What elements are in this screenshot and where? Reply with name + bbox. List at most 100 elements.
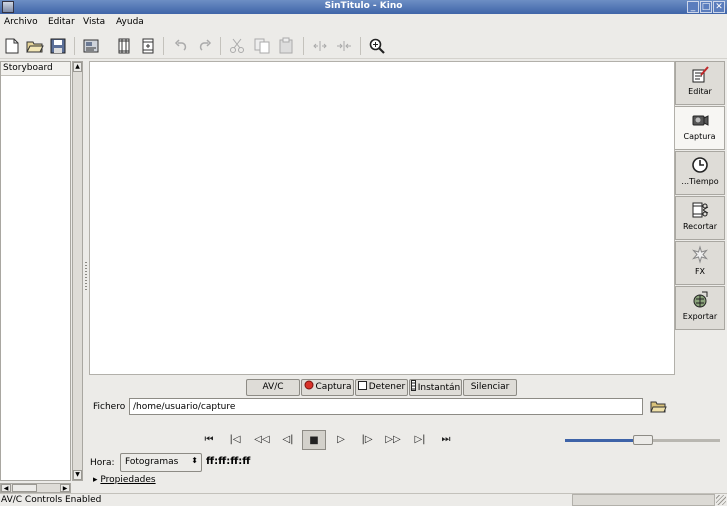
cut-icon[interactable] (228, 37, 246, 55)
snapshot-label: Instantán (417, 383, 461, 393)
file-path-input[interactable] (129, 398, 643, 415)
zoom-icon[interactable] (368, 37, 386, 55)
toolbar (0, 33, 727, 59)
browse-folder-icon[interactable] (648, 398, 668, 415)
next-scene-icon[interactable]: ▷| (408, 430, 432, 450)
toolbar-separator (220, 37, 221, 55)
capture-label: Captura (315, 382, 352, 392)
edit-icon (692, 66, 709, 83)
previous-scene-icon[interactable]: |◁ (223, 430, 247, 450)
close-button[interactable]: ✕ (713, 1, 725, 13)
expander-arrow-icon: ▸ (93, 475, 98, 485)
save-icon[interactable] (49, 37, 67, 55)
tab-label: Exportar (682, 312, 718, 321)
rewind-icon[interactable]: ◁◁ (250, 430, 274, 450)
clock-icon (692, 157, 708, 173)
avc-button[interactable]: AV/C (246, 379, 300, 396)
open-folder-icon[interactable] (26, 37, 44, 55)
maximize-button[interactable]: □ (700, 1, 712, 13)
fast-forward-icon[interactable]: ▷▷ (381, 430, 405, 450)
export-icon (693, 291, 708, 308)
split-icon[interactable] (311, 37, 329, 55)
snapshot-icon (410, 380, 416, 395)
storyboard-vertical-scrollbar[interactable]: ▲ ▼ (72, 61, 83, 481)
storyboard-panel[interactable]: Storyboard (0, 61, 71, 481)
previous-frame-icon[interactable]: ◁| (276, 430, 300, 450)
stop-button[interactable]: Detener (355, 379, 408, 396)
tab-recortar[interactable]: Recortar (675, 196, 725, 240)
menu-archivo[interactable]: Archivo (4, 17, 38, 27)
window-title: SinTitulo - Kino (324, 1, 403, 11)
menu-vista[interactable]: Vista (83, 17, 105, 27)
resize-grip-icon[interactable] (716, 495, 726, 505)
play-icon[interactable]: ▷ (329, 430, 353, 450)
tab-label: FX (694, 267, 706, 276)
tab-tiempo[interactable]: ...Tiempo (675, 151, 725, 195)
stop-playback-icon[interactable]: ■ (302, 430, 326, 450)
tab-exportar[interactable]: Exportar (675, 286, 725, 330)
avc-label: AV/C (262, 382, 284, 392)
tab-label: Recortar (682, 222, 718, 231)
video-display-area (89, 61, 675, 375)
fx-icon (691, 245, 709, 264)
film-insert-icon[interactable] (139, 37, 157, 55)
position-slider[interactable] (565, 435, 720, 445)
stop-label: Detener (368, 382, 406, 392)
join-icon[interactable] (335, 37, 353, 55)
time-label: Hora: (90, 458, 115, 468)
storyboard-horizontal-scrollbar[interactable]: ◀ ▶ (0, 483, 71, 493)
time-format-select[interactable]: Fotogramas ⬍ (120, 453, 202, 472)
undo-icon[interactable] (172, 37, 190, 55)
record-icon (304, 380, 314, 395)
mode-tabs: Editar Captura ...Tiempo Recortar FX Exp… (675, 61, 725, 336)
slider-fill (565, 439, 643, 442)
new-file-icon[interactable] (3, 37, 21, 55)
updown-arrow-icon: ⬍ (191, 456, 198, 465)
time-format-value: Fotogramas (125, 457, 179, 467)
tab-editar[interactable]: Editar (675, 61, 725, 105)
tab-label: Editar (688, 87, 712, 96)
toolbar-separator (303, 37, 304, 55)
go-to-end-icon[interactable]: ⏭ (434, 430, 458, 450)
tab-captura[interactable]: Captura (675, 106, 725, 150)
title-bar: SinTitulo - Kino _ □ ✕ (0, 0, 727, 14)
paste-icon[interactable] (277, 37, 295, 55)
status-bar: AV/C Controls Enabled (0, 493, 727, 506)
toolbar-separator (360, 37, 361, 55)
next-frame-icon[interactable]: |▷ (355, 430, 379, 450)
tab-fx[interactable]: FX (675, 241, 725, 285)
timecode-display: ff:ff:ff:ff (206, 456, 251, 467)
file-label: Fichero (93, 402, 126, 412)
properties-label: Propiedades (100, 475, 156, 485)
mute-label: Silenciar (470, 382, 510, 392)
properties-expander[interactable]: ▸ Propiedades (93, 475, 156, 485)
mute-button[interactable]: Silenciar (463, 379, 517, 396)
menu-bar: Archivo Editar Vista Ayuda (0, 14, 727, 32)
capture-button[interactable]: Captura (301, 379, 354, 396)
scroll-left-arrow-icon[interactable]: ◀ (1, 484, 11, 492)
trim-icon (692, 202, 709, 218)
redo-icon[interactable] (196, 37, 214, 55)
storyboard-header[interactable]: Storyboard (1, 62, 70, 76)
toolbar-separator (163, 37, 164, 55)
scroll-down-arrow-icon[interactable]: ▼ (73, 470, 82, 480)
scroll-thumb[interactable] (12, 484, 37, 492)
status-secondary-panel (572, 494, 715, 506)
scroll-up-arrow-icon[interactable]: ▲ (73, 62, 82, 72)
snapshot-button[interactable]: Instantán (409, 379, 462, 396)
menu-ayuda[interactable]: Ayuda (116, 17, 144, 27)
go-to-start-icon[interactable]: ⏮ (197, 430, 221, 450)
scroll-right-arrow-icon[interactable]: ▶ (60, 484, 70, 492)
menu-editar[interactable]: Editar (48, 17, 75, 27)
pane-splitter-handle[interactable] (85, 262, 87, 292)
slider-thumb[interactable] (632, 435, 653, 445)
properties-icon[interactable] (82, 37, 100, 55)
camera-icon (692, 115, 708, 126)
tab-label: ...Tiempo (681, 177, 719, 186)
tab-label: Captura (683, 132, 716, 141)
copy-icon[interactable] (253, 37, 271, 55)
stop-icon (357, 381, 367, 395)
film-clip-icon[interactable] (115, 37, 133, 55)
status-text: AV/C Controls Enabled (1, 495, 102, 505)
minimize-button[interactable]: _ (687, 1, 699, 13)
